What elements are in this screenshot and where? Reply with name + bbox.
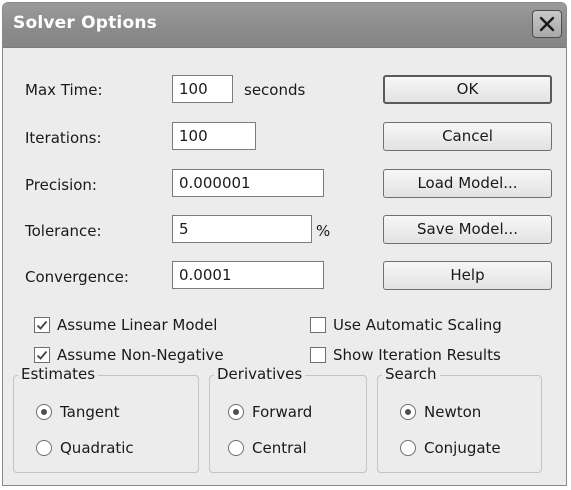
- use-automatic-scaling-checkbox[interactable]: Use Automatic Scaling: [310, 316, 540, 336]
- solver-options-dialog: Solver Options Max Time: Iterations: Pre…: [2, 2, 567, 486]
- dialog-title: Solver Options: [13, 13, 157, 33]
- assume-non-negative-checkbox[interactable]: Assume Non-Negative: [34, 346, 274, 366]
- search-group: Search Newton Conjugate: [377, 365, 542, 473]
- checkmark-icon: [36, 320, 48, 330]
- max-time-label: Max Time:: [25, 81, 103, 99]
- title-bar[interactable]: Solver Options: [3, 3, 566, 48]
- convergence-input[interactable]: 0.0001: [172, 261, 324, 289]
- tolerance-label: Tolerance:: [25, 222, 102, 240]
- checkmark-icon: [36, 350, 48, 360]
- radio-selected-dot: [41, 409, 47, 415]
- convergence-label: Convergence:: [25, 268, 129, 286]
- radio-button[interactable]: [400, 404, 416, 420]
- radio-conjugate[interactable]: Conjugate: [400, 439, 530, 459]
- radio-button[interactable]: [228, 404, 244, 420]
- checkbox-box[interactable]: [34, 347, 50, 363]
- max-time-input[interactable]: 100: [172, 75, 233, 103]
- tolerance-unit: %: [316, 222, 331, 240]
- radio-conjugate-label: Conjugate: [424, 439, 501, 457]
- iterations-input[interactable]: 100: [172, 122, 256, 150]
- radio-central-label: Central: [252, 439, 307, 457]
- radio-quadratic-label: Quadratic: [60, 439, 134, 457]
- radio-selected-dot: [233, 409, 239, 415]
- estimates-group-title: Estimates: [18, 365, 99, 383]
- help-button[interactable]: Help: [383, 261, 552, 290]
- iterations-label: Iterations:: [25, 129, 102, 147]
- radio-selected-dot: [405, 409, 411, 415]
- estimates-group: Estimates Tangent Quadratic: [13, 365, 199, 473]
- save-model-button[interactable]: Save Model...: [383, 215, 552, 244]
- radio-tangent-label: Tangent: [60, 403, 120, 421]
- show-iteration-results-label: Show Iteration Results: [333, 346, 501, 364]
- show-iteration-results-checkbox[interactable]: Show Iteration Results: [310, 346, 550, 366]
- derivatives-group: Derivatives Forward Central: [209, 365, 367, 473]
- assume-linear-model-label: Assume Linear Model: [57, 316, 218, 334]
- radio-central[interactable]: Central: [228, 439, 358, 459]
- precision-input[interactable]: 0.000001: [172, 169, 324, 197]
- max-time-unit: seconds: [244, 81, 306, 99]
- radio-newton[interactable]: Newton: [400, 403, 530, 423]
- radio-button[interactable]: [36, 440, 52, 456]
- search-group-title: Search: [382, 365, 440, 383]
- ok-button[interactable]: OK: [383, 75, 552, 104]
- checkbox-box[interactable]: [310, 347, 326, 363]
- radio-quadratic[interactable]: Quadratic: [36, 439, 186, 459]
- use-automatic-scaling-label: Use Automatic Scaling: [333, 316, 502, 334]
- radio-forward-label: Forward: [252, 403, 313, 421]
- cancel-button[interactable]: Cancel: [383, 122, 552, 151]
- derivatives-group-title: Derivatives: [214, 365, 306, 383]
- assume-non-negative-label: Assume Non-Negative: [57, 346, 224, 364]
- checkbox-box[interactable]: [310, 317, 326, 333]
- checkbox-box[interactable]: [34, 317, 50, 333]
- radio-forward[interactable]: Forward: [228, 403, 358, 423]
- precision-label: Precision:: [25, 176, 97, 194]
- radio-button[interactable]: [228, 440, 244, 456]
- radio-tangent[interactable]: Tangent: [36, 403, 186, 423]
- close-icon: [539, 16, 555, 32]
- close-button[interactable]: [532, 10, 562, 38]
- radio-button[interactable]: [400, 440, 416, 456]
- load-model-button[interactable]: Load Model...: [383, 169, 552, 198]
- radio-button[interactable]: [36, 404, 52, 420]
- assume-linear-model-checkbox[interactable]: Assume Linear Model: [34, 316, 274, 336]
- radio-newton-label: Newton: [424, 403, 482, 421]
- tolerance-input[interactable]: 5: [172, 215, 312, 243]
